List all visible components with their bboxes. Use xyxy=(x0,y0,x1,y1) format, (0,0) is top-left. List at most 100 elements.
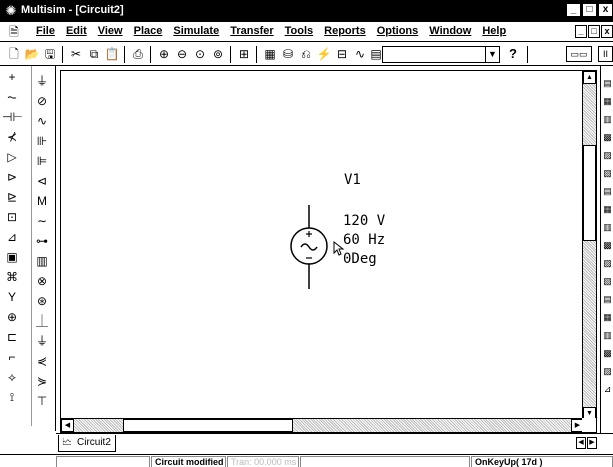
ladder-icon[interactable]: ⊏ xyxy=(2,328,22,346)
copy-icon[interactable]: ⧉ xyxy=(86,46,102,62)
open-icon[interactable]: 📂 xyxy=(24,46,40,62)
battery-icon[interactable]: ⊫ xyxy=(32,152,52,170)
document-icon[interactable]: 🗎 xyxy=(6,24,22,40)
place-hierarchical-icon[interactable]: ⟡ xyxy=(2,368,22,386)
menu-options[interactable]: Options xyxy=(377,25,419,37)
spreadsheet-icon[interactable]: ▦ xyxy=(262,46,278,62)
indicators-icon[interactable]: ▣ xyxy=(2,248,22,266)
distortion-analyzer-icon[interactable]: ▥ xyxy=(602,220,613,234)
grapher-icon[interactable]: ∿ xyxy=(352,46,368,62)
menu-edit[interactable]: Edit xyxy=(66,25,87,37)
doc-restore-button[interactable]: □ xyxy=(588,25,600,38)
menu-help[interactable]: Help xyxy=(482,25,506,37)
iv-analyzer-icon[interactable]: ▤ xyxy=(602,292,613,306)
zoom-in-icon[interactable]: ⊕ xyxy=(156,46,172,62)
postprocessor-icon[interactable]: ⊟ xyxy=(334,46,350,62)
clock-source-icon[interactable]: ⊲ xyxy=(32,172,52,190)
place-com-icon[interactable]: ⟟ xyxy=(2,388,22,406)
zoom-out-icon[interactable]: ⊖ xyxy=(174,46,190,62)
ac-source-icon[interactable]: ∿ xyxy=(32,112,52,130)
close-button[interactable]: x xyxy=(598,3,613,17)
chevron-down-icon[interactable]: ▼ xyxy=(485,47,499,62)
vdd-icon[interactable]: ⊛ xyxy=(32,292,52,310)
zoom-fit-icon[interactable]: ⊚ xyxy=(210,46,226,62)
scroll-up-button[interactable]: ▲ xyxy=(583,71,596,84)
misc-icon[interactable]: ⌘ xyxy=(2,268,22,286)
menu-simulate[interactable]: Simulate xyxy=(173,25,219,37)
hierarchy-icon[interactable]: ⊞ xyxy=(236,46,252,62)
digital-ground-icon[interactable]: ⏊ xyxy=(32,312,52,330)
logic-converter-icon[interactable]: ▦ xyxy=(602,202,613,216)
tab-scroll-left-button[interactable]: ◀ xyxy=(576,437,586,449)
new-icon[interactable]: 🗋 xyxy=(6,46,22,62)
minimize-button[interactable]: _ xyxy=(566,3,581,17)
electromechanical-icon[interactable]: ⊕ xyxy=(2,308,22,326)
simulate-switch-icon[interactable]: ▭▭ xyxy=(566,46,592,62)
doc-close-button[interactable]: x xyxy=(601,25,613,38)
cmos-icon[interactable]: ⊵ xyxy=(2,188,22,206)
ground-alt-icon[interactable]: ⏚ xyxy=(32,332,52,350)
tab-circuit2[interactable]: 🗠 Circuit2 xyxy=(58,435,116,452)
wattmeter-icon[interactable]: ▥ xyxy=(602,112,613,126)
vee-icon[interactable]: ⊤ xyxy=(32,392,52,410)
ac-voltage-source-symbol[interactable] xyxy=(279,203,339,293)
schematic-canvas[interactable]: V1 120 V 60 Hz 0Deg xyxy=(61,71,584,420)
spectrum-analyzer-icon[interactable]: ▩ xyxy=(602,238,613,252)
database-icon[interactable]: ⛁ xyxy=(280,46,296,62)
menu-reports[interactable]: Reports xyxy=(324,25,366,37)
misc-digital-icon[interactable]: ⊡ xyxy=(2,208,22,226)
in-use-list-combo[interactable]: ▼ xyxy=(382,46,500,63)
agilent-generator-icon[interactable]: ▦ xyxy=(602,310,613,324)
bode-plotter-icon[interactable]: ▨ xyxy=(602,148,613,162)
multimeter-icon[interactable]: ▤ xyxy=(602,76,613,90)
network-analyzer-icon[interactable]: ▨ xyxy=(602,256,613,270)
vertical-scrollbar[interactable]: ▲ ▼ xyxy=(582,71,596,420)
measurement-probe-icon[interactable]: ⊿ xyxy=(602,382,613,396)
zoom-area-icon[interactable]: ⊙ xyxy=(192,46,208,62)
resistor-icon[interactable]: ⏚ xyxy=(32,72,52,90)
save-icon[interactable]: 🖫 xyxy=(42,46,58,62)
ttl-icon[interactable]: ⊳ xyxy=(2,168,22,186)
pause-icon[interactable]: II xyxy=(598,46,613,62)
multisim-app-icon[interactable]: ✺ xyxy=(3,3,19,19)
basic-icon[interactable]: ⏦ xyxy=(2,88,22,106)
help-button[interactable]: ? xyxy=(505,46,521,62)
current-controlled-icon[interactable]: ⋟ xyxy=(32,372,52,390)
ground-icon[interactable]: ⊘ xyxy=(32,92,52,110)
menu-view[interactable]: View xyxy=(98,25,123,37)
tab-scroll-right-button[interactable]: ▶ xyxy=(587,437,597,449)
maximize-button[interactable]: □ xyxy=(582,3,597,17)
mixed-icon[interactable]: ⊿ xyxy=(2,228,22,246)
vertical-scroll-thumb[interactable] xyxy=(583,145,596,241)
horizontal-scroll-thumb[interactable] xyxy=(123,419,293,432)
vcc-icon[interactable]: ⊗ xyxy=(32,272,52,290)
agilent-multimeter-icon[interactable]: ▥ xyxy=(602,328,613,342)
rf-icon[interactable]: Y xyxy=(2,288,22,306)
doc-minimize-button[interactable]: _ xyxy=(575,25,587,38)
paste-icon[interactable]: 📋 xyxy=(104,46,120,62)
controlled-source-icon[interactable]: ⊶ xyxy=(32,232,52,250)
scroll-left-button[interactable]: ◀ xyxy=(61,419,74,432)
diodes-icon[interactable]: ⊣⊢ xyxy=(2,108,23,126)
agilent-scope-icon[interactable]: ▩ xyxy=(602,346,613,360)
function-generator-icon[interactable]: ▦ xyxy=(602,94,613,108)
menu-tools[interactable]: Tools xyxy=(285,25,314,37)
menu-window[interactable]: Window xyxy=(429,25,471,37)
menu-file[interactable]: File xyxy=(36,25,55,37)
horizontal-scrollbar[interactable]: ◀ ▶ xyxy=(61,418,584,432)
transistors-icon[interactable]: ⊀ xyxy=(2,128,22,146)
voltage-controlled-icon[interactable]: ⋞ xyxy=(32,352,52,370)
menu-place[interactable]: Place xyxy=(134,25,163,37)
dc-source-icon[interactable]: ⊪ xyxy=(32,132,52,150)
frequency-counter-icon[interactable]: ▧ xyxy=(602,274,613,288)
oscilloscope-icon[interactable]: ▩ xyxy=(602,130,613,144)
pulse-source-icon[interactable]: Μ xyxy=(32,192,52,210)
word-generator-icon[interactable]: ▧ xyxy=(602,166,613,180)
analog-icon[interactable]: ▷ xyxy=(2,148,22,166)
place-bus-icon[interactable]: ⌐ xyxy=(2,348,22,366)
meter-source-icon[interactable]: ▥ xyxy=(32,252,52,270)
menu-transfer[interactable]: Transfer xyxy=(230,25,273,37)
print-icon[interactable]: ⎙ xyxy=(130,46,146,62)
cut-icon[interactable]: ✂ xyxy=(68,46,84,62)
logic-analyzer-icon[interactable]: ▤ xyxy=(602,184,613,198)
